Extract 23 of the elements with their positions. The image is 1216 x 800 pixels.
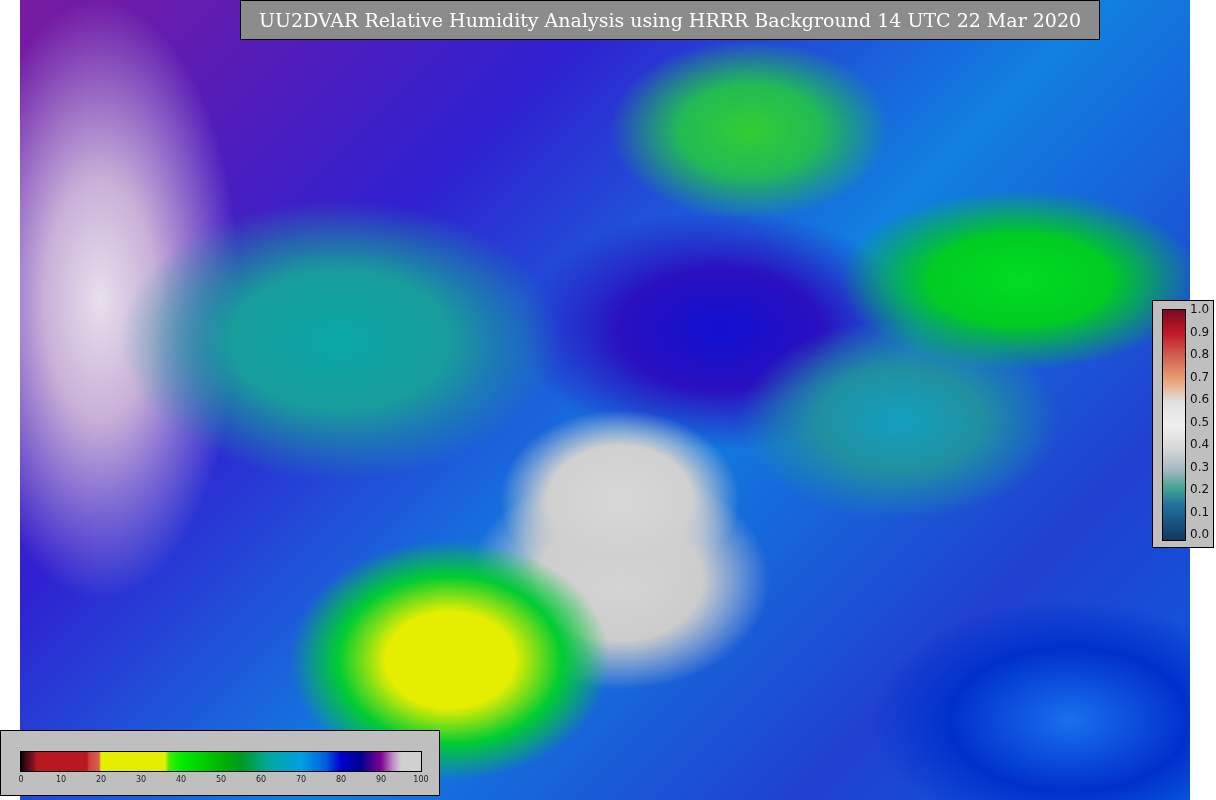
tick-label: 0.5 <box>1190 415 1210 429</box>
tick-label: 70 <box>295 775 307 784</box>
tick-label: 50 <box>215 775 227 784</box>
tick-label: 1.0 <box>1190 303 1210 316</box>
tick-label: 0.0 <box>1190 528 1210 541</box>
tick-label: 0.2 <box>1190 483 1210 496</box>
tick-label: 100 <box>413 775 429 784</box>
map-title: UU2DVAR Relative Humidity Analysis using HRRR Background 14 UTC 22 Mar 2020 <box>240 0 1100 40</box>
tick-label: 0.7 <box>1190 370 1210 384</box>
tick-label: 0.1 <box>1190 505 1210 519</box>
tick-label: 0 <box>18 775 24 784</box>
tick-label: 40 <box>175 775 187 784</box>
tick-label: 0.8 <box>1190 348 1210 361</box>
tick-label: 10 <box>55 775 67 784</box>
tick-label: 30 <box>135 775 147 784</box>
tick-label: 0.6 <box>1190 393 1210 406</box>
tick-label: 20 <box>95 775 107 784</box>
tick-label: 80 <box>335 775 347 784</box>
tick-label: 0.4 <box>1190 438 1210 451</box>
tick-label: 0.9 <box>1190 325 1210 339</box>
tick-label: 90 <box>375 775 387 784</box>
tick-label: 0.3 <box>1190 460 1210 474</box>
tick-label: 60 <box>255 775 267 784</box>
